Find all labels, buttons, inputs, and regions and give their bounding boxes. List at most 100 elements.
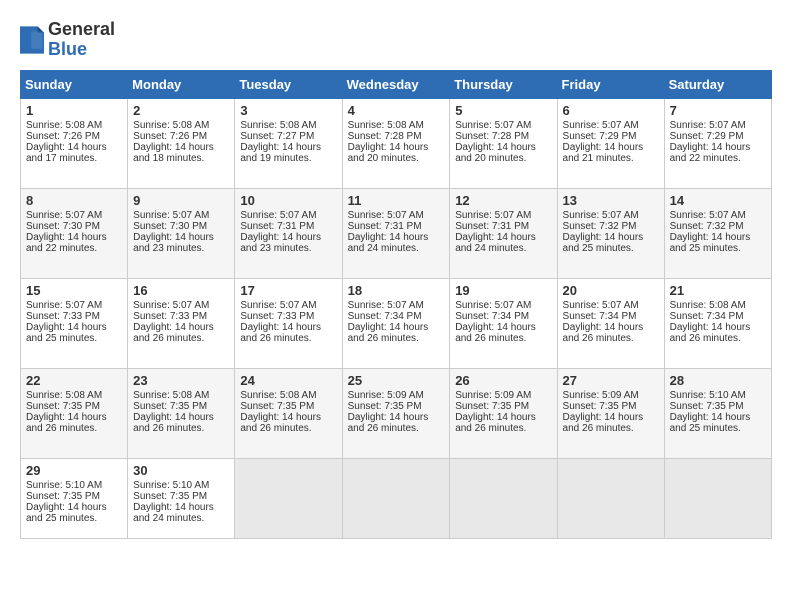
daylight-label: Daylight: 14 hours and 26 minutes. <box>455 322 536 344</box>
sunrise-label: Sunrise: 5:08 AM <box>26 390 102 401</box>
calendar-cell: 5Sunrise: 5:07 AMSunset: 7:28 PMDaylight… <box>450 98 557 188</box>
sunset-label: Sunset: 7:35 PM <box>133 401 207 412</box>
daylight-label: Daylight: 14 hours and 17 minutes. <box>26 142 107 164</box>
calendar-cell: 28Sunrise: 5:10 AMSunset: 7:35 PMDayligh… <box>664 368 771 458</box>
daylight-label: Daylight: 14 hours and 26 minutes. <box>26 412 107 434</box>
col-header-wednesday: Wednesday <box>342 70 450 98</box>
sunrise-label: Sunrise: 5:07 AM <box>348 210 424 221</box>
calendar-cell: 3Sunrise: 5:08 AMSunset: 7:27 PMDaylight… <box>235 98 342 188</box>
calendar-cell <box>450 458 557 538</box>
calendar-cell: 27Sunrise: 5:09 AMSunset: 7:35 PMDayligh… <box>557 368 664 458</box>
sunrise-label: Sunrise: 5:07 AM <box>26 300 102 311</box>
calendar-cell: 21Sunrise: 5:08 AMSunset: 7:34 PMDayligh… <box>664 278 771 368</box>
sunset-label: Sunset: 7:33 PM <box>26 311 100 322</box>
daylight-label: Daylight: 14 hours and 25 minutes. <box>563 232 644 254</box>
calendar-week-1: 1Sunrise: 5:08 AMSunset: 7:26 PMDaylight… <box>21 98 772 188</box>
day-number: 20 <box>563 283 659 298</box>
day-number: 8 <box>26 193 122 208</box>
sunset-label: Sunset: 7:29 PM <box>563 131 637 142</box>
calendar-cell: 22 Sunrise: 5:08 AMSunset: 7:35 PMDayligh… <box>21 368 128 458</box>
col-header-monday: Monday <box>128 70 235 98</box>
daylight-label: Daylight: 14 hours and 25 minutes. <box>26 502 107 524</box>
day-number: 1 <box>26 103 122 118</box>
calendar-week-2: 8Sunrise: 5:07 AMSunset: 7:30 PMDaylight… <box>21 188 772 278</box>
daylight-label: Daylight: 14 hours and 20 minutes. <box>348 142 429 164</box>
daylight-label: Daylight: 14 hours and 21 minutes. <box>563 142 644 164</box>
calendar-cell: 9Sunrise: 5:07 AMSunset: 7:30 PMDaylight… <box>128 188 235 278</box>
sunset-label: Sunset: 7:32 PM <box>670 221 744 232</box>
day-number: 23 <box>133 373 229 388</box>
calendar-cell: 30Sunrise: 5:10 AMSunset: 7:35 PMDayligh… <box>128 458 235 538</box>
sunset-label: Sunset: 7:35 PM <box>348 401 422 412</box>
daylight-label: Daylight: 14 hours and 24 minutes. <box>133 502 214 524</box>
calendar-cell: 29Sunrise: 5:10 AMSunset: 7:35 PMDayligh… <box>21 458 128 538</box>
sunrise-label: Sunrise: 5:08 AM <box>133 120 209 131</box>
sunrise-label: Sunrise: 5:10 AM <box>133 480 209 491</box>
sunset-label: Sunset: 7:30 PM <box>26 221 100 232</box>
calendar-cell: 25 Sunrise: 5:09 AMSunset: 7:35 PMDayligh… <box>342 368 450 458</box>
day-number: 28 <box>670 373 766 388</box>
col-header-sunday: Sunday <box>21 70 128 98</box>
sunset-label: Sunset: 7:33 PM <box>133 311 207 322</box>
calendar-header-row: SundayMondayTuesdayWednesdayThursdayFrid… <box>21 70 772 98</box>
calendar-cell: 6Sunrise: 5:07 AMSunset: 7:29 PMDaylight… <box>557 98 664 188</box>
day-number: 22 <box>26 373 122 388</box>
day-number: 4 <box>348 103 445 118</box>
sunrise-label: Sunrise: 5:08 AM <box>26 120 102 131</box>
sunset-label: Sunset: 7:29 PM <box>670 131 744 142</box>
logo: General Blue <box>20 20 115 60</box>
day-number: 18 <box>348 283 445 298</box>
daylight-label: Daylight: 14 hours and 26 minutes. <box>348 412 429 434</box>
daylight-label: Daylight: 14 hours and 25 minutes. <box>670 232 751 254</box>
sunrise-label: Sunrise: 5:10 AM <box>26 480 102 491</box>
day-number: 16 <box>133 283 229 298</box>
sunrise-label: Sunrise: 5:08 AM <box>240 120 316 131</box>
sunrise-label: Sunrise: 5:07 AM <box>563 210 639 221</box>
sunset-label: Sunset: 7:34 PM <box>348 311 422 322</box>
day-number: 26 <box>455 373 551 388</box>
sunrise-label: Sunrise: 5:07 AM <box>563 300 639 311</box>
daylight-label: Daylight: 14 hours and 25 minutes. <box>670 412 751 434</box>
daylight-label: Daylight: 14 hours and 22 minutes. <box>26 232 107 254</box>
day-number: 6 <box>563 103 659 118</box>
daylight-label: Daylight: 14 hours and 23 minutes. <box>133 232 214 254</box>
calendar-cell: 15Sunrise: 5:07 AMSunset: 7:33 PMDayligh… <box>21 278 128 368</box>
calendar-cell: 19Sunrise: 5:07 AMSunset: 7:34 PMDayligh… <box>450 278 557 368</box>
day-number: 25 <box>348 373 445 388</box>
daylight-label: Daylight: 14 hours and 24 minutes. <box>455 232 536 254</box>
sunset-label: Sunset: 7:30 PM <box>133 221 207 232</box>
calendar-cell: 17Sunrise: 5:07 AMSunset: 7:33 PMDayligh… <box>235 278 342 368</box>
day-number: 7 <box>670 103 766 118</box>
sunrise-label: Sunrise: 5:07 AM <box>348 300 424 311</box>
calendar-cell <box>664 458 771 538</box>
calendar-cell: 10Sunrise: 5:07 AMSunset: 7:31 PMDayligh… <box>235 188 342 278</box>
sunset-label: Sunset: 7:33 PM <box>240 311 314 322</box>
sunrise-label: Sunrise: 5:08 AM <box>348 120 424 131</box>
sunrise-label: Sunrise: 5:08 AM <box>670 300 746 311</box>
daylight-label: Daylight: 14 hours and 24 minutes. <box>348 232 429 254</box>
sunset-label: Sunset: 7:35 PM <box>563 401 637 412</box>
day-number: 19 <box>455 283 551 298</box>
calendar-week-3: 15Sunrise: 5:07 AMSunset: 7:33 PMDayligh… <box>21 278 772 368</box>
day-number: 21 <box>670 283 766 298</box>
daylight-label: Daylight: 14 hours and 26 minutes. <box>348 322 429 344</box>
sunset-label: Sunset: 7:35 PM <box>455 401 529 412</box>
calendar-cell: 4Sunrise: 5:08 AMSunset: 7:28 PMDaylight… <box>342 98 450 188</box>
day-number: 5 <box>455 103 551 118</box>
daylight-label: Daylight: 14 hours and 26 minutes. <box>133 412 214 434</box>
day-number: 9 <box>133 193 229 208</box>
calendar-cell: 18 Sunrise: 5:07 AMSunset: 7:34 PMDayligh… <box>342 278 450 368</box>
sunrise-label: Sunrise: 5:09 AM <box>348 390 424 401</box>
sunset-label: Sunset: 7:35 PM <box>26 401 100 412</box>
calendar-cell: 20Sunrise: 5:07 AMSunset: 7:34 PMDayligh… <box>557 278 664 368</box>
logo-text: General Blue <box>48 20 115 60</box>
sunrise-label: Sunrise: 5:07 AM <box>26 210 102 221</box>
day-number: 15 <box>26 283 122 298</box>
day-number: 24 <box>240 373 336 388</box>
daylight-label: Daylight: 14 hours and 22 minutes. <box>670 142 751 164</box>
sunset-label: Sunset: 7:35 PM <box>26 491 100 502</box>
daylight-label: Daylight: 14 hours and 26 minutes. <box>455 412 536 434</box>
calendar-cell: 11Sunrise: 5:07 AMSunset: 7:31 PMDayligh… <box>342 188 450 278</box>
sunrise-label: Sunrise: 5:09 AM <box>563 390 639 401</box>
sunrise-label: Sunrise: 5:07 AM <box>240 210 316 221</box>
